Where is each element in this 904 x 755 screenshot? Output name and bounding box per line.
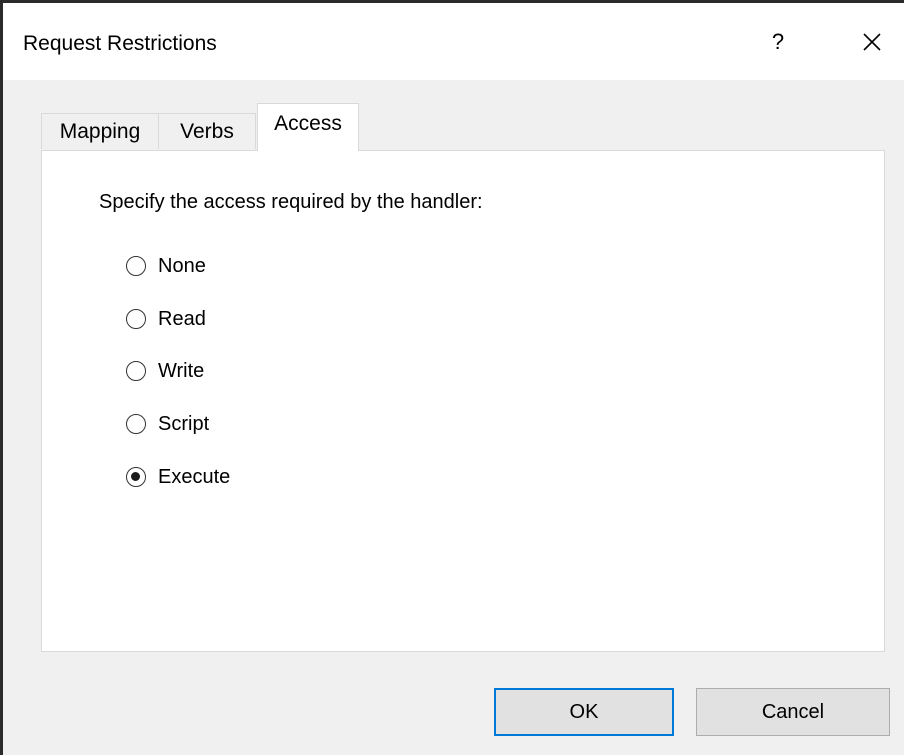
radio-execute[interactable] [126,467,146,487]
request-restrictions-dialog: Request Restrictions ? Mapping Verbs Acc… [0,0,904,755]
tab-access[interactable]: Access [257,103,359,151]
radio-option-execute[interactable]: Execute [126,462,230,492]
title-bar: Request Restrictions ? [3,3,904,80]
radio-option-script[interactable]: Script [126,409,209,439]
radio-write[interactable] [126,361,146,381]
radio-option-read[interactable]: Read [126,304,206,334]
radio-label-script: Script [158,412,210,435]
ok-button[interactable]: OK [494,688,674,736]
access-panel: Specify the access required by the handl… [41,150,885,652]
radio-label-read: Read [158,307,206,330]
radio-label-write: Write [158,359,205,382]
radio-script[interactable] [126,414,146,434]
radio-option-write[interactable]: Write [126,356,204,386]
help-button[interactable]: ? [751,17,805,67]
close-button[interactable] [845,17,899,67]
radio-label-none: None [158,254,206,277]
radio-read[interactable] [126,309,146,329]
tab-verbs[interactable]: Verbs [158,113,256,149]
access-prompt: Specify the access required by the handl… [99,191,483,213]
close-icon [863,33,881,51]
radio-none[interactable] [126,256,146,276]
radio-option-none[interactable]: None [126,251,206,281]
dialog-title: Request Restrictions [23,32,217,55]
tab-mapping[interactable]: Mapping [41,113,159,149]
radio-label-execute: Execute [158,465,231,488]
cancel-button[interactable]: Cancel [696,688,890,736]
